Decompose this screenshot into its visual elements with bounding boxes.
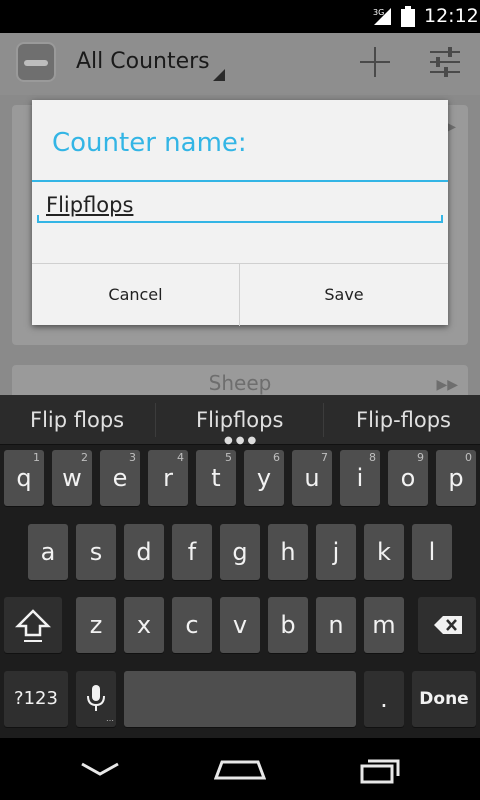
cancel-button[interactable]: Cancel [32,264,240,326]
status-bar: 3G 12:12 [0,0,480,33]
key-a[interactable]: a [28,524,68,580]
counter-name-dialog: Counter name: Flipflops Cancel Save [32,100,448,326]
key-e[interactable]: e3 [100,450,140,506]
dialog-button-row: Cancel Save [32,263,448,326]
key-g[interactable]: g [220,524,260,580]
network-type: 3G [373,8,384,17]
key-t[interactable]: t5 [196,450,236,506]
shift-arrow-icon [14,609,52,642]
space-key[interactable] [124,671,356,727]
settings-sliders-icon[interactable] [428,45,462,79]
home-icon[interactable] [214,756,266,782]
key-q[interactable]: q1 [4,450,44,506]
key-w[interactable]: w2 [52,450,92,506]
key-f[interactable]: f [172,524,212,580]
key-s[interactable]: s [76,524,116,580]
voice-input-key[interactable]: … [76,671,116,727]
key-m[interactable]: m [364,597,404,653]
dialog-title: Counter name: [52,128,247,158]
spinner-arrow-icon [213,69,225,81]
recent-apps-icon[interactable] [358,754,404,784]
key-n[interactable]: n [316,597,356,653]
key-x[interactable]: x [124,597,164,653]
key-v[interactable]: v [220,597,260,653]
key-u[interactable]: u7 [292,450,332,506]
counter-name-value: Flipflops [46,193,134,217]
counter-name-input[interactable]: Flipflops [37,193,443,223]
suggestion-1[interactable]: Flip flops [30,408,124,432]
clock: 12:12 [424,5,479,27]
screen: 3G 12:12 All Counters ▶ Sheep ▶▶ Counter… [0,0,480,800]
key-i[interactable]: i8 [340,450,380,506]
key-y[interactable]: y6 [244,450,284,506]
suggestion-2[interactable]: Flipflops [196,408,283,432]
key-j[interactable]: j [316,524,356,580]
suggestion-strip: Flip flops Flipflops Flip-flops ●●● [0,395,480,446]
counter-card-name: Sheep [208,371,272,395]
key-c[interactable]: c [172,597,212,653]
save-button[interactable]: Save [240,264,448,326]
key-l[interactable]: l [412,524,452,580]
back-icon[interactable] [78,758,122,780]
key-d[interactable]: d [124,524,164,580]
fast-forward-icon: ▶▶ [436,377,458,393]
microphone-icon: … [87,685,114,723]
key-p[interactable]: p0 [436,450,476,506]
key-r[interactable]: r4 [148,450,188,506]
add-icon[interactable] [358,45,392,79]
key-b[interactable]: b [268,597,308,653]
key-z[interactable]: z [76,597,116,653]
backspace-icon [434,616,462,634]
key-h[interactable]: h [268,524,308,580]
more-suggestions-indicator: ●●● [224,435,260,446]
app-bar: All Counters [0,33,480,95]
app-logo-icon[interactable] [16,42,56,82]
dialog-title-divider [32,180,448,182]
battery-icon [401,6,415,27]
period-key[interactable]: . [364,671,404,727]
soft-keyboard: Flip flops Flipflops Flip-flops ●●● q1 w… [0,395,480,738]
key-k[interactable]: k [364,524,404,580]
backspace-key[interactable] [418,597,476,653]
suggestion-3[interactable]: Flip-flops [356,408,451,432]
signal-icon: 3G [373,8,391,25]
navigation-bar [0,738,480,800]
key-o[interactable]: o9 [388,450,428,506]
shift-key[interactable] [4,597,62,653]
counter-filter-spinner[interactable]: All Counters [76,49,210,74]
done-key[interactable]: Done [412,671,476,727]
symbols-key[interactable]: ?123 [4,671,68,727]
svg-text:…: … [106,714,114,723]
